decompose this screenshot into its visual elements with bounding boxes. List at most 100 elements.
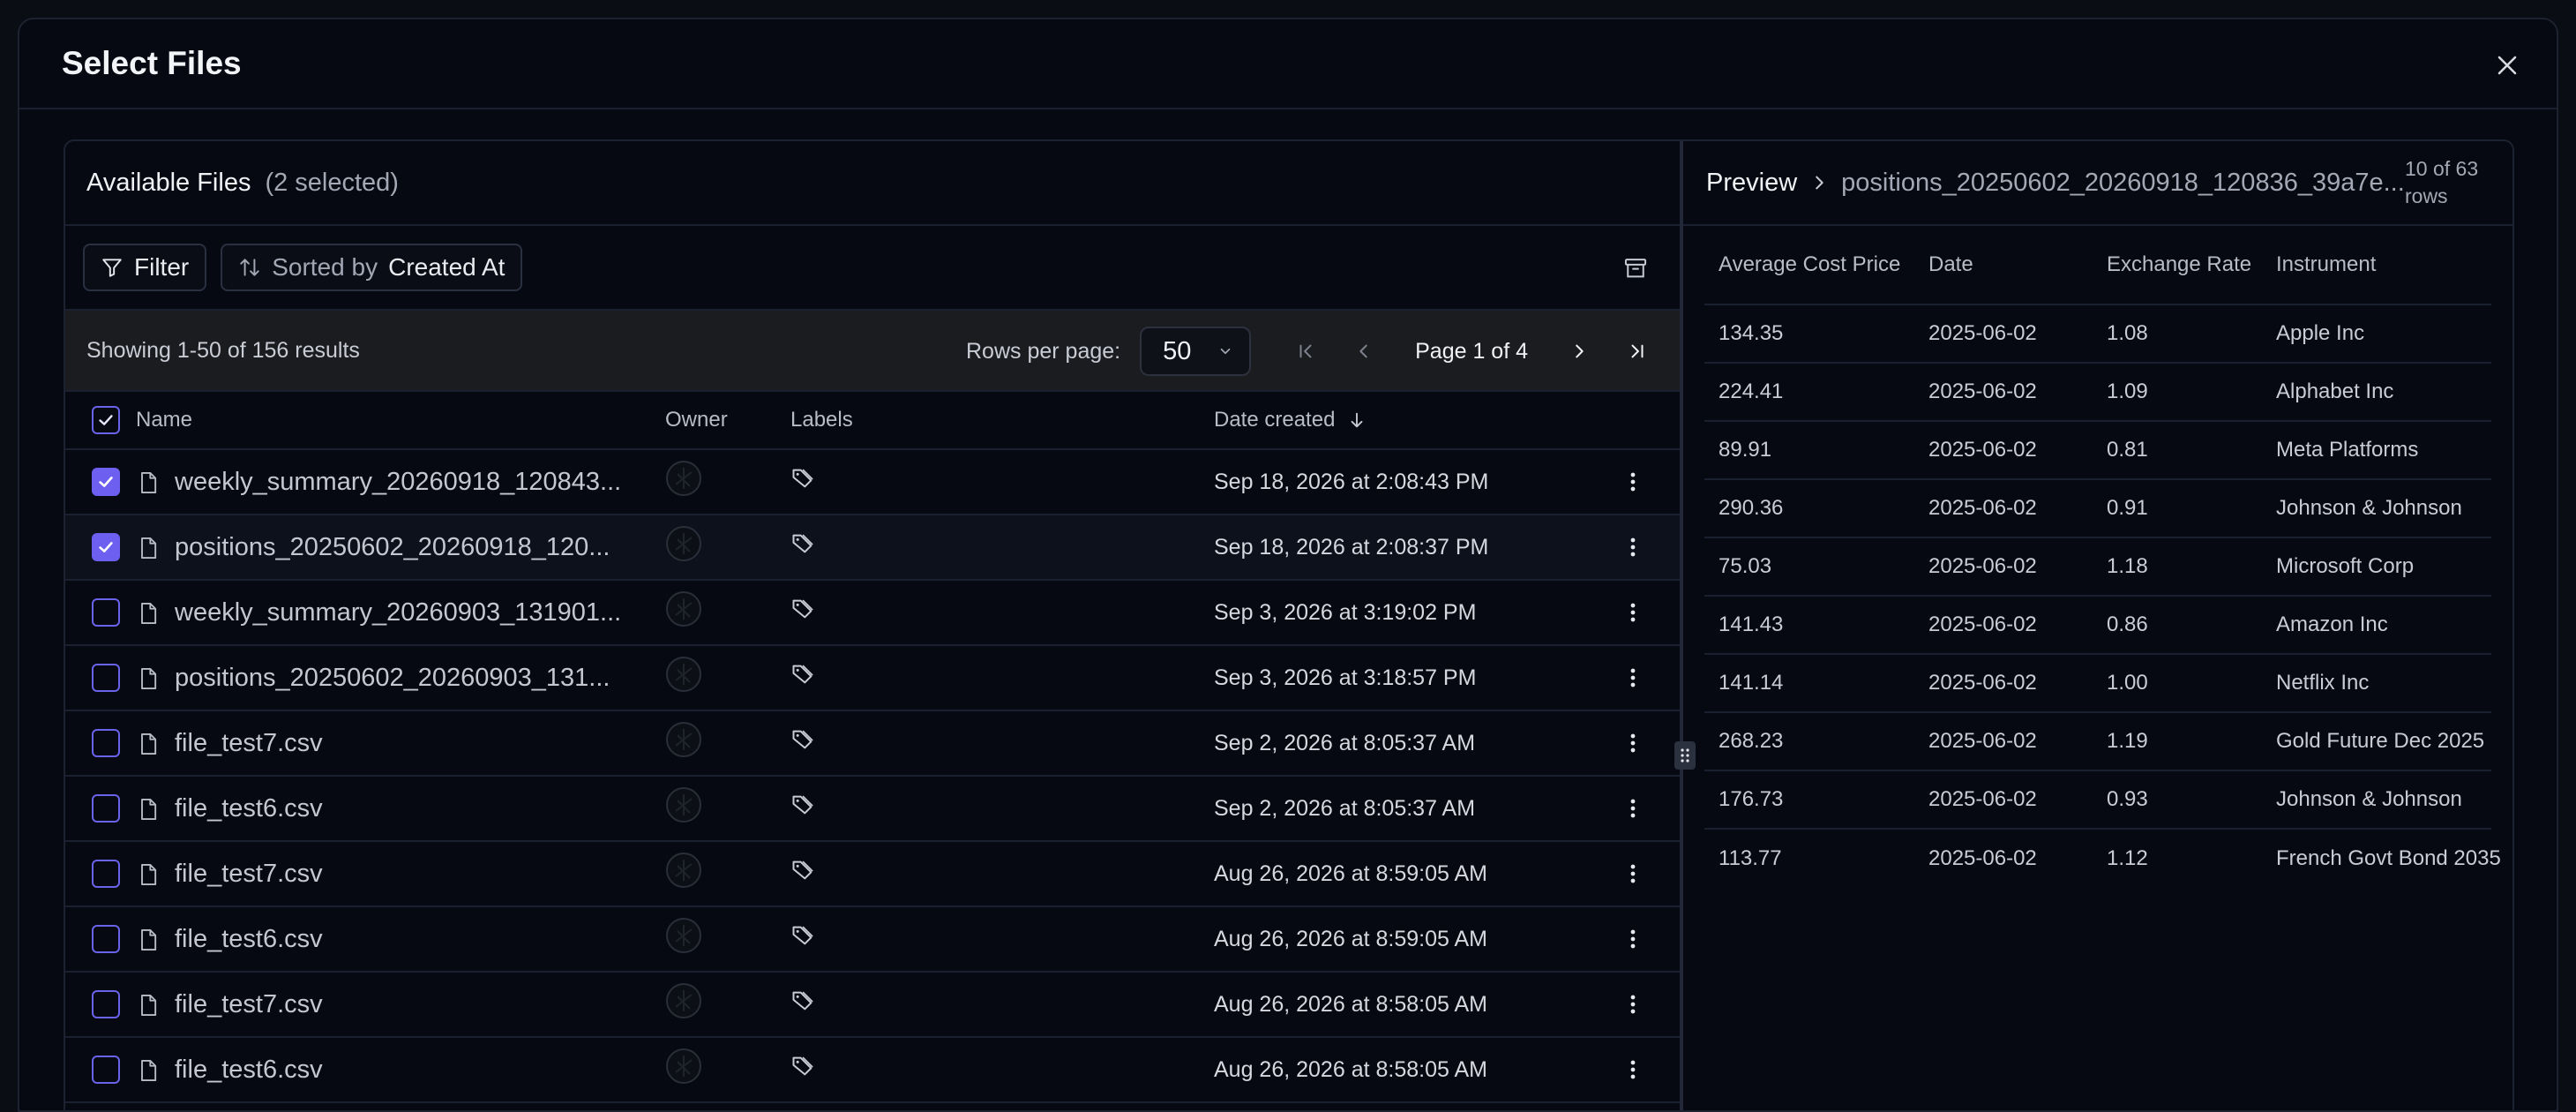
row-checkbox[interactable] (92, 729, 120, 757)
table-row[interactable]: file_test6.csv Sep 2, 2026 at 8:05:37 AM (65, 777, 1680, 842)
preview-cell-exchange-rate: 0.91 (2107, 496, 2148, 520)
more-options-button[interactable] (1620, 595, 1646, 630)
row-checkbox[interactable] (92, 860, 120, 888)
preview-cell-date: 2025-06-02 (1928, 846, 2037, 870)
select-all-checkbox[interactable] (92, 406, 120, 434)
owner-avatar (665, 1048, 702, 1092)
tag-icon[interactable] (790, 466, 815, 498)
owner-avatar (665, 786, 702, 830)
preview-row: 176.73 2025-06-02 0.93 Johnson & Johnson (1704, 771, 2491, 830)
tag-icon[interactable] (790, 597, 815, 628)
column-date-header[interactable]: Date created (1214, 408, 1367, 432)
next-page-button[interactable] (1560, 332, 1599, 371)
tag-icon[interactable] (790, 662, 815, 694)
tag-icon[interactable] (790, 531, 815, 563)
row-checkbox[interactable] (92, 533, 120, 561)
more-options-button[interactable] (1620, 791, 1646, 826)
tag-icon[interactable] (790, 727, 815, 759)
file-name[interactable]: file_test7.csv (175, 860, 323, 889)
column-name-header[interactable]: Name (136, 408, 192, 432)
chevron-left-icon (1359, 344, 1367, 358)
file-name[interactable]: file_test7.csv (175, 990, 323, 1019)
preview-table: Average Cost Price Date Exchange Rate In… (1704, 226, 2501, 888)
preview-cell-average-cost-price: 75.03 (1719, 554, 1772, 578)
preview-cell-date: 2025-06-02 (1928, 612, 2037, 636)
preview-cell-date: 2025-06-02 (1928, 729, 2037, 753)
more-options-button[interactable] (1620, 856, 1646, 891)
file-name[interactable]: positions_20250602_20260903_131... (175, 664, 610, 693)
table-row[interactable]: positions_20250602_20260918_120... Sep 1… (65, 515, 1680, 581)
last-page-button[interactable] (1618, 332, 1657, 371)
preview-row: 141.43 2025-06-02 0.86 Amazon Inc (1704, 597, 2491, 655)
file-name[interactable]: file_test6.csv (175, 1056, 323, 1085)
preview-row: 89.91 2025-06-02 0.81 Meta Platforms (1704, 422, 2491, 480)
date-created: Sep 3, 2026 at 3:18:57 PM (1214, 665, 1477, 690)
tag-icon[interactable] (790, 988, 815, 1020)
more-options-button[interactable] (1620, 987, 1646, 1022)
rows-per-page-select[interactable]: 50 (1140, 327, 1252, 376)
file-name[interactable]: weekly_summary_20260918_120843... (175, 468, 621, 497)
table-row[interactable]: file_test7.csv Aug 26, 2026 at 8:58:05 A… (65, 973, 1680, 1038)
owner-avatar (665, 982, 702, 1026)
filter-button[interactable]: Filter (83, 244, 207, 291)
preview-cell-instrument: Johnson & Johnson (2276, 787, 2462, 811)
row-checkbox[interactable] (92, 794, 120, 823)
more-options-button[interactable] (1620, 1052, 1646, 1087)
column-owner-header[interactable]: Owner (665, 408, 728, 432)
first-page-button[interactable] (1286, 332, 1325, 371)
results-summary: Showing 1-50 of 156 results (86, 337, 360, 363)
column-date-label: Date created (1214, 408, 1336, 432)
preview-cell-exchange-rate: 1.19 (2107, 729, 2148, 753)
tag-icon[interactable] (790, 858, 815, 890)
previous-page-button[interactable] (1344, 332, 1383, 371)
preview-cell-instrument: Gold Future Dec 2025 (2276, 729, 2485, 753)
file-name[interactable]: file_test6.csv (175, 925, 323, 954)
preview-cell-date: 2025-06-02 (1928, 321, 2037, 345)
preview-cell-date: 2025-06-02 (1928, 787, 2037, 811)
file-name[interactable]: file_test7.csv (175, 729, 323, 758)
panel-resize-handle[interactable] (1674, 741, 1696, 770)
filter-label: Filter (134, 253, 190, 281)
more-options-button[interactable] (1620, 725, 1646, 761)
owner-avatar (665, 852, 702, 896)
preview-cell-exchange-rate: 1.08 (2107, 321, 2148, 345)
tag-icon[interactable] (790, 793, 815, 824)
table-row[interactable]: file_test7.csv Aug 26, 2026 at 8:59:05 A… (65, 842, 1680, 907)
archive-icon (1624, 259, 1647, 278)
file-name[interactable]: weekly_summary_20260903_131901... (175, 598, 621, 627)
row-checkbox[interactable] (92, 925, 120, 953)
owner-avatar (665, 460, 702, 504)
archive-button[interactable] (1618, 251, 1653, 286)
more-options-button[interactable] (1620, 464, 1646, 500)
more-options-button[interactable] (1620, 921, 1646, 957)
row-checkbox[interactable] (92, 1056, 120, 1084)
row-checkbox[interactable] (92, 664, 120, 692)
preview-cell-exchange-rate: 0.93 (2107, 787, 2148, 811)
table-row[interactable]: file_test6.csv Aug 26, 2026 at 8:58:05 A… (65, 1038, 1680, 1103)
table-row[interactable]: file_test6.csv Aug 26, 2026 at 8:59:05 A… (65, 907, 1680, 973)
preview-table-body: 134.35 2025-06-02 1.08 Apple Inc 224.41 … (1704, 305, 2501, 888)
tag-icon[interactable] (790, 923, 815, 955)
table-row[interactable]: positions_20250602_20260903_131... Sep 3… (65, 646, 1680, 711)
row-checkbox[interactable] (92, 468, 120, 496)
more-options-button[interactable] (1620, 660, 1646, 695)
close-button[interactable] (2490, 48, 2525, 83)
preview-row: 75.03 2025-06-02 1.18 Microsoft Corp (1704, 538, 2491, 597)
pagination-controls: Rows per page: 50 Page 1 of 4 (966, 311, 1657, 392)
more-options-button[interactable] (1620, 530, 1646, 565)
owner-avatar (665, 590, 702, 635)
sort-button[interactable]: Sorted by Created At (221, 244, 523, 291)
file-name[interactable]: positions_20250602_20260918_120... (175, 533, 610, 562)
row-checkbox[interactable] (92, 990, 120, 1018)
files-panel-title: Available Files (86, 168, 251, 197)
select-files-dialog: Select Files Available Files (2 selected… (18, 18, 2558, 1112)
file-name[interactable]: file_test6.csv (175, 794, 323, 823)
preview-cell-date: 2025-06-02 (1928, 496, 2037, 520)
row-checkbox[interactable] (92, 598, 120, 627)
table-row[interactable]: file_test7.csv Sep 2, 2026 at 8:05:37 AM (65, 711, 1680, 777)
table-row[interactable]: weekly_summary_20260918_120843... Sep 18… (65, 450, 1680, 515)
column-labels-header[interactable]: Labels (790, 408, 853, 432)
tag-icon[interactable] (790, 1054, 815, 1086)
preview-cell-exchange-rate: 1.00 (2107, 671, 2148, 695)
table-row[interactable]: weekly_summary_20260903_131901... Sep 3,… (65, 581, 1680, 646)
